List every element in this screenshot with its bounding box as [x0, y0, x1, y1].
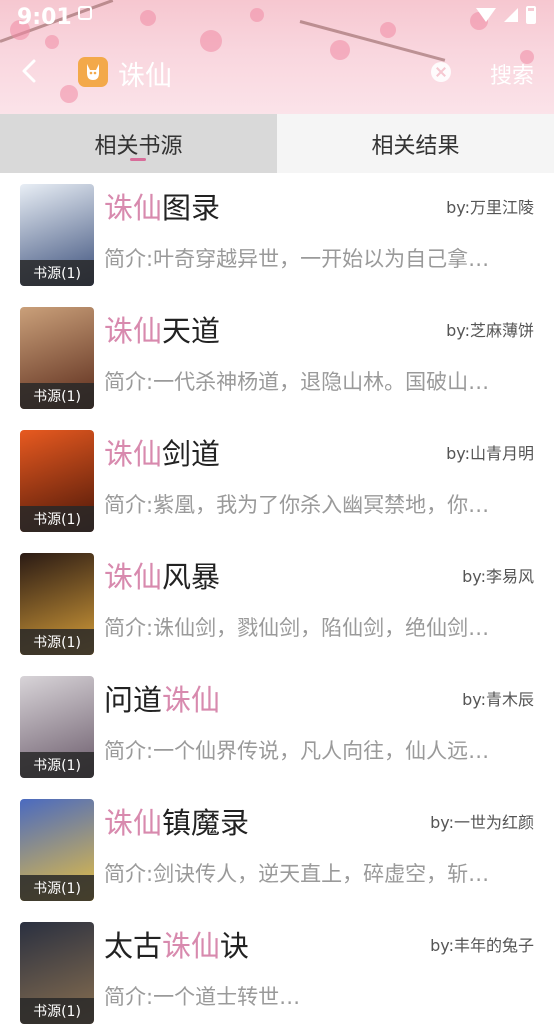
result-list: 书源(1) 诛仙图录 by:万里江陵 简介:叶奇穿越异世，一开始以为自己拿… 书…: [0, 173, 554, 1034]
book-cover: 书源(1): [20, 922, 94, 1024]
book-intro: 简介:叶奇穿越异世，一开始以为自己拿…: [104, 247, 490, 271]
book-author: by:芝麻薄饼: [446, 321, 534, 340]
book-title: 诛仙剑道: [104, 431, 220, 473]
list-item[interactable]: 书源(1) 诛仙风暴 by:李易风 简介:诛仙剑，戮仙剑，陷仙剑，绝仙剑…: [0, 542, 554, 665]
book-title: 太古诛仙诀: [104, 923, 249, 965]
tab-related-results[interactable]: 相关结果: [277, 114, 554, 173]
title-highlight: 诛仙: [104, 314, 163, 348]
blossom-decoration: [330, 40, 350, 60]
list-item[interactable]: 书源(1) 太古诛仙诀 by:丰年的兔子 简介:一个道士转世…: [0, 911, 554, 1034]
book-author: by:一世为红颜: [430, 813, 534, 832]
book-intro: 简介:一个道士转世…: [104, 985, 301, 1009]
book-author: by:李易风: [462, 567, 534, 586]
title-suffix: 风暴: [162, 560, 221, 594]
title-highlight: 诛仙: [104, 560, 163, 594]
search-input[interactable]: 诛仙: [118, 54, 172, 93]
clear-icon[interactable]: [431, 62, 451, 82]
book-title: 诛仙图录: [104, 185, 220, 227]
title-suffix: 镇魔录: [162, 806, 250, 840]
blossom-decoration: [140, 10, 156, 26]
wifi-icon: [476, 8, 496, 22]
title-suffix: 诀: [220, 929, 250, 963]
title-highlight: 诛仙: [162, 929, 221, 963]
book-intro: 简介:一代杀神杨道，退隐山林。国破山…: [104, 370, 490, 394]
title-suffix: 天道: [162, 314, 221, 348]
book-intro: 简介:一个仙界传说，凡人向往，仙人远…: [104, 739, 490, 763]
book-author: by:青木辰: [462, 690, 534, 709]
title-prefix: 太古: [104, 929, 163, 963]
source-count-badge: 书源(1): [20, 260, 94, 286]
title-highlight: 诛仙: [104, 437, 163, 471]
source-count-badge: 书源(1): [20, 506, 94, 532]
source-count-badge: 书源(1): [20, 752, 94, 778]
book-intro: 简介:紫凰，我为了你杀入幽冥禁地，你…: [104, 493, 490, 517]
source-count-badge: 书源(1): [20, 629, 94, 655]
source-count-badge: 书源(1): [20, 383, 94, 409]
top-app-bar: 9:01 诛仙 搜索: [0, 0, 554, 114]
book-title: 诛仙天道: [104, 308, 220, 350]
tab-related-sources[interactable]: 相关书源: [0, 114, 277, 173]
book-cover: 书源(1): [20, 553, 94, 655]
title-highlight: 诛仙: [104, 191, 163, 225]
search-button[interactable]: 搜索: [490, 58, 534, 90]
list-item[interactable]: 书源(1) 诛仙镇魔录 by:一世为红颜 简介:剑诀传人，逆天直上，碎虚空，斩…: [0, 788, 554, 911]
book-cover: 书源(1): [20, 307, 94, 409]
back-icon[interactable]: [18, 58, 42, 84]
blossom-decoration: [45, 35, 59, 49]
blossom-decoration: [250, 8, 264, 22]
title-highlight: 诛仙: [104, 806, 163, 840]
book-title: 问道诛仙: [104, 677, 220, 719]
book-intro: 简介:剑诀传人，逆天直上，碎虚空，斩…: [104, 862, 490, 886]
app-logo-icon: [78, 57, 108, 87]
source-count-badge: 书源(1): [20, 998, 94, 1024]
status-time: 9:01: [17, 5, 72, 30]
title-suffix: 剑道: [162, 437, 221, 471]
book-title: 诛仙镇魔录: [104, 800, 249, 842]
status-icons: [476, 6, 536, 24]
book-cover: 书源(1): [20, 799, 94, 901]
book-cover: 书源(1): [20, 676, 94, 778]
tab-bar: 相关书源 相关结果: [0, 114, 554, 173]
blossom-decoration: [60, 85, 78, 103]
battery-icon: [526, 6, 536, 24]
blossom-decoration: [380, 22, 396, 38]
notification-icon: [78, 6, 92, 20]
book-intro: 简介:诛仙剑，戮仙剑，陷仙剑，绝仙剑…: [104, 616, 490, 640]
title-prefix: 问道: [104, 683, 163, 717]
list-item[interactable]: 书源(1) 诛仙天道 by:芝麻薄饼 简介:一代杀神杨道，退隐山林。国破山…: [0, 296, 554, 419]
list-item[interactable]: 书源(1) 问道诛仙 by:青木辰 简介:一个仙界传说，凡人向往，仙人远…: [0, 665, 554, 788]
branch-decoration: [299, 20, 446, 62]
list-item[interactable]: 书源(1) 诛仙剑道 by:山青月明 简介:紫凰，我为了你杀入幽冥禁地，你…: [0, 419, 554, 542]
signal-icon: [504, 8, 518, 22]
blossom-decoration: [200, 30, 222, 52]
book-author: by:山青月明: [446, 444, 534, 463]
title-suffix: 图录: [162, 191, 221, 225]
book-title: 诛仙风暴: [104, 554, 220, 596]
book-cover: 书源(1): [20, 184, 94, 286]
book-author: by:万里江陵: [446, 198, 534, 217]
source-count-badge: 书源(1): [20, 875, 94, 901]
book-cover: 书源(1): [20, 430, 94, 532]
book-author: by:丰年的兔子: [430, 936, 534, 955]
list-item[interactable]: 书源(1) 诛仙图录 by:万里江陵 简介:叶奇穿越异世，一开始以为自己拿…: [0, 173, 554, 296]
title-highlight: 诛仙: [162, 683, 221, 717]
